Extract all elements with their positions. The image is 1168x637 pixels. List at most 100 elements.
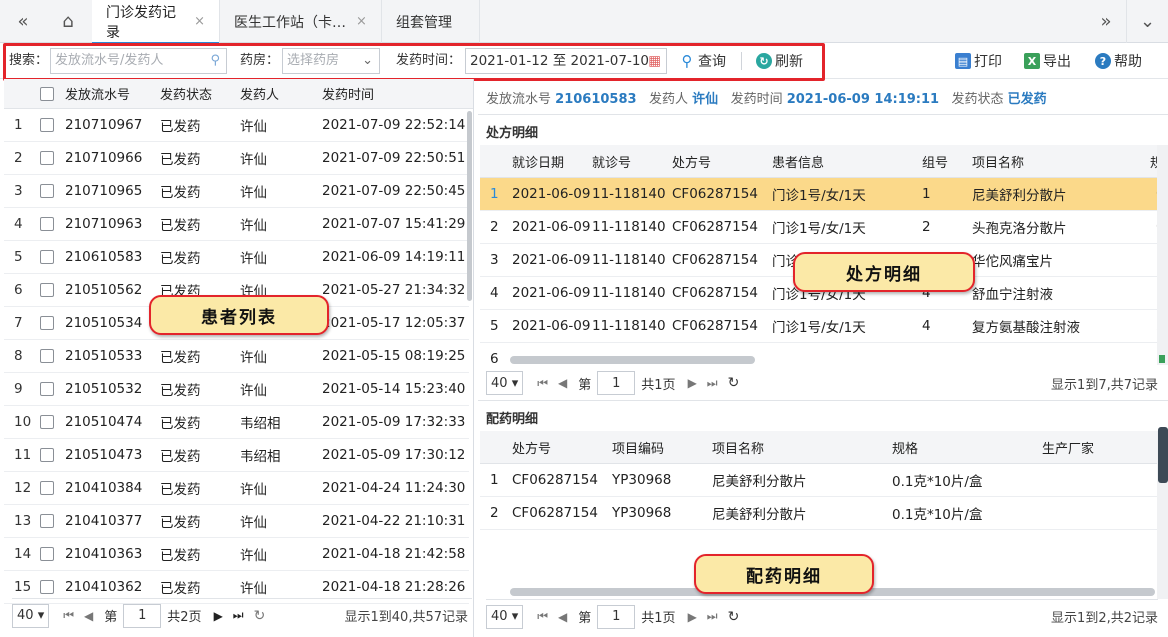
close-icon[interactable]: × — [194, 14, 205, 29]
table-row[interactable]: 8 210510533 已发药 许仙 2021-05-15 08:19:25 — [4, 340, 469, 373]
row-checkbox[interactable] — [40, 382, 54, 396]
table-row[interactable]: 10 210510474 已发药 韦绍相 2021-05-09 17:32:33 — [4, 406, 469, 439]
row-checkbox[interactable] — [40, 481, 54, 495]
prev-page-icon[interactable]: ◀ — [558, 376, 567, 390]
page-input[interactable]: 1 — [597, 604, 636, 629]
table-row[interactable]: 11 210510473 已发药 韦绍相 2021-05-09 17:30:12 — [4, 439, 469, 472]
table-row[interactable]: 9 210510532 已发药 许仙 2021-05-14 15:23:40 — [4, 373, 469, 406]
first-page-icon[interactable]: ⏮ — [537, 376, 548, 391]
serial-value: 210610583 — [555, 92, 637, 107]
export-button[interactable]: X 导出 — [1024, 48, 1071, 74]
table-row[interactable]: 3 210710965 已发药 许仙 2021-07-09 22:50:45 — [4, 175, 469, 208]
row-checkbox[interactable] — [40, 217, 54, 231]
col-item-code[interactable]: 项目编码 — [612, 431, 664, 463]
tab-dispense-record[interactable]: 门诊发药记录 × — [92, 0, 220, 44]
table-row[interactable]: 12 210410384 已发药 许仙 2021-04-24 11:24:30 — [4, 472, 469, 505]
first-page-icon[interactable]: ⏮ — [537, 609, 548, 624]
row-checkbox[interactable] — [40, 514, 54, 528]
row-checkbox[interactable] — [40, 118, 54, 132]
tab-set-management[interactable]: 组套管理 — [382, 0, 480, 43]
row-checkbox[interactable] — [40, 448, 54, 462]
col-spec[interactable]: 规格 — [892, 431, 918, 463]
next-page-icon[interactable]: ▶ — [688, 610, 697, 624]
cell-item-code: YP30968 — [612, 472, 672, 488]
chevron-down-icon: ▾ — [37, 608, 45, 623]
row-checkbox[interactable] — [40, 250, 54, 264]
row-checkbox[interactable] — [40, 316, 54, 330]
table-row[interactable]: 2 2021-06-09 11-118140 CF06287154 门诊1号/女/1天 2… — [480, 211, 1157, 244]
col-visit-date[interactable]: 就诊日期 — [512, 145, 564, 177]
page-size-select[interactable]: 40 ▾ — [486, 371, 524, 395]
next-page-icon[interactable]: ▶ — [688, 376, 697, 390]
col-patient-info[interactable]: 患者信息 — [772, 145, 824, 177]
reload-icon[interactable]: ↻ — [254, 608, 266, 624]
row-checkbox[interactable] — [40, 580, 54, 594]
table-row[interactable]: 2 210710966 已发药 许仙 2021-07-09 22:50:51 — [4, 142, 469, 175]
collapse-left-icon[interactable]: « — [0, 0, 46, 43]
cell-serial: 210510533 — [65, 348, 143, 364]
col-status[interactable]: 发药状态 — [160, 79, 212, 108]
cell-patient-info: 门诊1号/女/1天 — [772, 320, 866, 336]
help-button[interactable]: ? 帮助 — [1095, 48, 1142, 74]
select-all-checkbox[interactable] — [40, 86, 54, 101]
table-row[interactable]: 1 2021-06-09 11-118140 CF06287154 门诊1号/女/1天 1… — [480, 178, 1157, 211]
row-checkbox[interactable] — [40, 184, 54, 198]
home-icon[interactable]: ⌂ — [46, 0, 90, 43]
table-row[interactable]: 5 2021-06-09 11-118140 CF06287154 门诊1号/女/1天 4… — [480, 310, 1157, 343]
page-size-select[interactable]: 40 ▾ — [486, 604, 524, 629]
col-serial[interactable]: 发放流水号 — [65, 79, 130, 108]
last-page-icon[interactable]: ⏭ — [707, 609, 718, 624]
scrollbar[interactable] — [1157, 145, 1168, 365]
row-checkbox[interactable] — [40, 349, 54, 363]
side-handle[interactable] — [1158, 427, 1168, 483]
col-spec[interactable]: 规 — [1150, 145, 1157, 177]
next-page-icon[interactable]: ▶ — [214, 609, 223, 623]
cell-person: 韦绍相 — [240, 416, 281, 432]
table-row[interactable]: 4 210710963 已发药 许仙 2021-07-07 15:41:29 — [4, 208, 469, 241]
last-page-icon[interactable]: ⏭ — [233, 608, 244, 623]
row-number: 2 — [490, 505, 499, 521]
col-time[interactable]: 发药时间 — [322, 79, 374, 108]
prev-page-icon[interactable]: ◀ — [84, 609, 93, 623]
col-group-no[interactable]: 组号 — [922, 145, 948, 177]
prev-page-icon[interactable]: ◀ — [558, 610, 567, 624]
first-page-icon[interactable]: ⏮ — [63, 608, 74, 623]
close-icon[interactable]: × — [356, 14, 367, 29]
cell-serial: 210510534 — [65, 315, 143, 331]
row-checkbox[interactable] — [40, 283, 54, 297]
horizontal-scrollbar[interactable] — [510, 356, 755, 364]
row-checkbox[interactable] — [40, 415, 54, 429]
table-row[interactable]: 2 CF06287154 YP30968 尼美舒利分散片 0.1克*10片/盒 — [480, 497, 1157, 530]
print-button[interactable]: ▤ 打印 — [955, 48, 1002, 74]
scroll-right-icon[interactable]: » — [1086, 0, 1126, 43]
row-checkbox[interactable] — [40, 151, 54, 165]
col-person[interactable]: 发药人 — [240, 79, 279, 108]
col-item-name[interactable]: 项目名称 — [712, 431, 764, 463]
cell-serial: 210710966 — [65, 150, 143, 166]
col-rx-no[interactable]: 处方号 — [672, 145, 711, 177]
row-checkbox-cell — [40, 307, 54, 339]
last-page-icon[interactable]: ⏭ — [707, 376, 718, 391]
table-row[interactable]: 1 210710967 已发药 许仙 2021-07-09 22:52:14 — [4, 109, 469, 142]
cell-serial: 210510474 — [65, 414, 143, 430]
page-input[interactable]: 1 — [597, 371, 636, 395]
chevron-down-icon[interactable]: ⌄ — [1126, 0, 1168, 43]
row-number: 9 — [14, 381, 23, 397]
col-visit-no[interactable]: 就诊号 — [592, 145, 631, 177]
col-item-name[interactable]: 项目名称 — [972, 145, 1024, 177]
table-row[interactable]: 1 CF06287154 YP30968 尼美舒利分散片 0.1克*10片/盒 — [480, 464, 1157, 497]
cell-item-name: 舒血宁注射液 — [972, 287, 1053, 303]
row-checkbox[interactable] — [40, 547, 54, 561]
tab-doctor-station[interactable]: 医生工作站（卡… × — [220, 0, 382, 43]
page-input[interactable]: 1 — [123, 603, 162, 628]
reload-icon[interactable]: ↻ — [728, 609, 740, 625]
col-rx-no[interactable]: 处方号 — [512, 431, 551, 463]
reload-icon[interactable]: ↻ — [728, 375, 740, 391]
col-manufacturer[interactable]: 生产厂家 — [1042, 431, 1094, 463]
table-row[interactable]: 14 210410363 已发药 许仙 2021-04-18 21:42:58 — [4, 538, 469, 571]
table-row[interactable]: 13 210410377 已发药 许仙 2021-04-22 21:10:31 — [4, 505, 469, 538]
cell-serial: 210410384 — [65, 480, 143, 496]
table-row[interactable]: 5 210610583 已发药 许仙 2021-06-09 14:19:11 — [4, 241, 469, 274]
page-size-select[interactable]: 40 ▾ — [12, 603, 50, 628]
scrollbar[interactable] — [467, 111, 472, 301]
